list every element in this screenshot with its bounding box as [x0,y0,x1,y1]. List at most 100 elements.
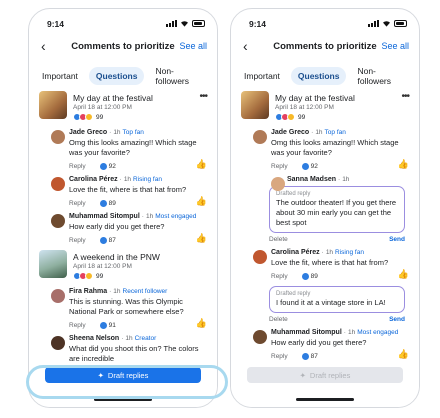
badge-top-fan: Top fan [122,129,144,136]
reply-button[interactable]: Reply [69,163,86,170]
signal-icon [166,20,177,27]
reply-button[interactable]: Reply [271,353,288,360]
thumbs-up-icon[interactable]: 👍 [196,196,207,207]
like-icon [99,199,107,207]
tab-non-followers[interactable]: Non-followers [148,62,211,90]
reply-button[interactable]: Reply [271,163,288,170]
thumbs-up-icon[interactable]: 👍 [196,159,207,170]
badge-rising-fan: Rising fan [133,176,162,183]
post-header[interactable]: My day at the festival April 18 at 12:00… [29,91,217,129]
post-title: My day at the festival [275,93,355,103]
comment-text: What did you shoot this on? The colors a… [69,344,199,363]
status-icons [166,20,205,27]
tab-non-followers[interactable]: Non-followers [350,62,413,90]
like-count: 87 [108,236,116,244]
send-button[interactable]: Send [389,316,405,323]
comment-time: 1h [347,329,356,336]
post-header[interactable]: My day at the festival April 18 at 12:00… [231,91,419,129]
reply-time: 1h [342,176,350,183]
see-all-link[interactable]: See all [179,41,207,51]
thumbs-up-icon[interactable]: 👍 [398,349,409,360]
more-options-icon[interactable]: ••• [199,91,207,102]
avatar [51,214,65,228]
comment-author[interactable]: Sheena Nelson [69,335,119,342]
thumbs-up-icon[interactable]: 👍 [398,159,409,170]
haha-reaction-icon [85,272,93,280]
reply-button[interactable]: Reply [69,237,86,244]
like-count: 91 [108,321,116,329]
badge-creator: Creator [134,335,157,342]
comment-muhammad: Muhammad Sitompul · 1h Most engaged How ear… [231,329,419,361]
reaction-count: 99 [96,113,104,121]
drafted-reply-text[interactable]: The outdoor theater! If you get there ab… [276,198,398,228]
post-reactions: 99 [73,113,103,121]
comment-author[interactable]: Jade Greco [271,129,309,136]
draft-replies-label: Draft replies [309,370,351,380]
badge-rising-fan: Rising fan [335,249,364,256]
reply-sanna: Sanna Madsen · 1h [231,176,419,191]
reply-button[interactable]: Reply [69,200,86,207]
post-date: April 18 at 12:00 PM [73,263,132,270]
drafted-reply-text[interactable]: I found it at a vintage store in LA! [276,298,398,308]
header: ‹ Comments to prioritize See all [29,39,217,55]
button-highlight-ring [26,365,228,399]
tab-important[interactable]: Important [237,67,287,85]
like-count: 92 [310,162,318,170]
post-date: April 18 at 12:00 PM [73,104,132,111]
like-icon [301,162,309,170]
comment-author[interactable]: Muhammad Sitompul [271,329,342,336]
comment-author[interactable]: Muhammad Sitompul [69,213,140,220]
comment-time: 1h [125,335,133,342]
reply-button[interactable]: Reply [271,273,288,280]
comment-author[interactable]: Carolina Pérez [69,176,118,183]
see-all-link[interactable]: See all [381,41,409,51]
delete-button[interactable]: Delete [269,236,288,243]
comment-text: How early did you get there? [271,338,367,347]
more-options-icon[interactable]: ••• [401,91,409,102]
tab-questions[interactable]: Questions [88,67,145,85]
like-count: 89 [108,199,116,207]
comment-author[interactable]: Fira Rahma [69,288,107,295]
comment-sheena: Sheena Nelson · 1h Creator What did you sho… [29,335,217,364]
comment-fira: Fira Rahma · 1h Recent follower This is stu… [29,288,217,330]
like-icon [301,272,309,280]
thumbs-up-icon[interactable]: 👍 [196,318,207,329]
thumbs-up-icon[interactable]: 👍 [196,233,207,244]
tab-questions[interactable]: Questions [290,67,347,85]
tab-bar: Important Questions Non-followers [237,66,413,86]
send-button[interactable]: Send [389,236,405,243]
drafted-reply-card[interactable]: Drafted reply I found it at a vintage st… [269,286,405,313]
comment-time: 1h [145,213,154,220]
comment-author[interactable]: Jade Greco [69,129,107,136]
delete-button[interactable]: Delete [269,316,288,323]
battery-icon [394,20,407,27]
like-icon [99,162,107,170]
comment-author[interactable]: Carolina Pérez [271,249,320,256]
like-icon [301,352,309,360]
drafted-reply-label: Drafted reply [276,191,311,197]
avatar [253,250,267,264]
reply-author: Sanna Madsen [287,176,337,183]
comment-jade: Jade Greco · 1h Top fan Omg this looks amaz… [29,129,217,171]
comment-carolina: Carolina Pérez · 1h Rising fan Love the fit… [231,249,419,281]
drafted-reply-label: Drafted reply [276,291,311,297]
home-indicator [296,398,354,401]
comment-time: 1h [325,249,334,256]
tab-important[interactable]: Important [35,67,85,85]
avatar [51,289,65,303]
drafted-reply-card[interactable]: Drafted reply The outdoor theater! If yo… [269,186,405,233]
comment-feed: My day at the festival April 18 at 12:00… [231,91,419,407]
thumbs-up-icon[interactable]: 👍 [398,269,409,280]
wifi-icon [383,21,390,27]
reaction-count: 99 [96,272,104,280]
haha-reaction-icon [287,113,295,121]
haha-reaction-icon [85,113,93,121]
post-reactions: 99 [275,113,305,121]
header: ‹ Comments to prioritize See all [231,39,419,55]
comment-time: 1h [113,288,121,295]
avatar [51,177,65,191]
reply-button[interactable]: Reply [69,322,86,329]
draft-actions: Delete Send [269,316,405,323]
comment-text: Omg this looks amazing!! Which stage was… [271,138,399,157]
post-header[interactable]: A weekend in the PNW April 18 at 12:00 P… [29,250,217,288]
